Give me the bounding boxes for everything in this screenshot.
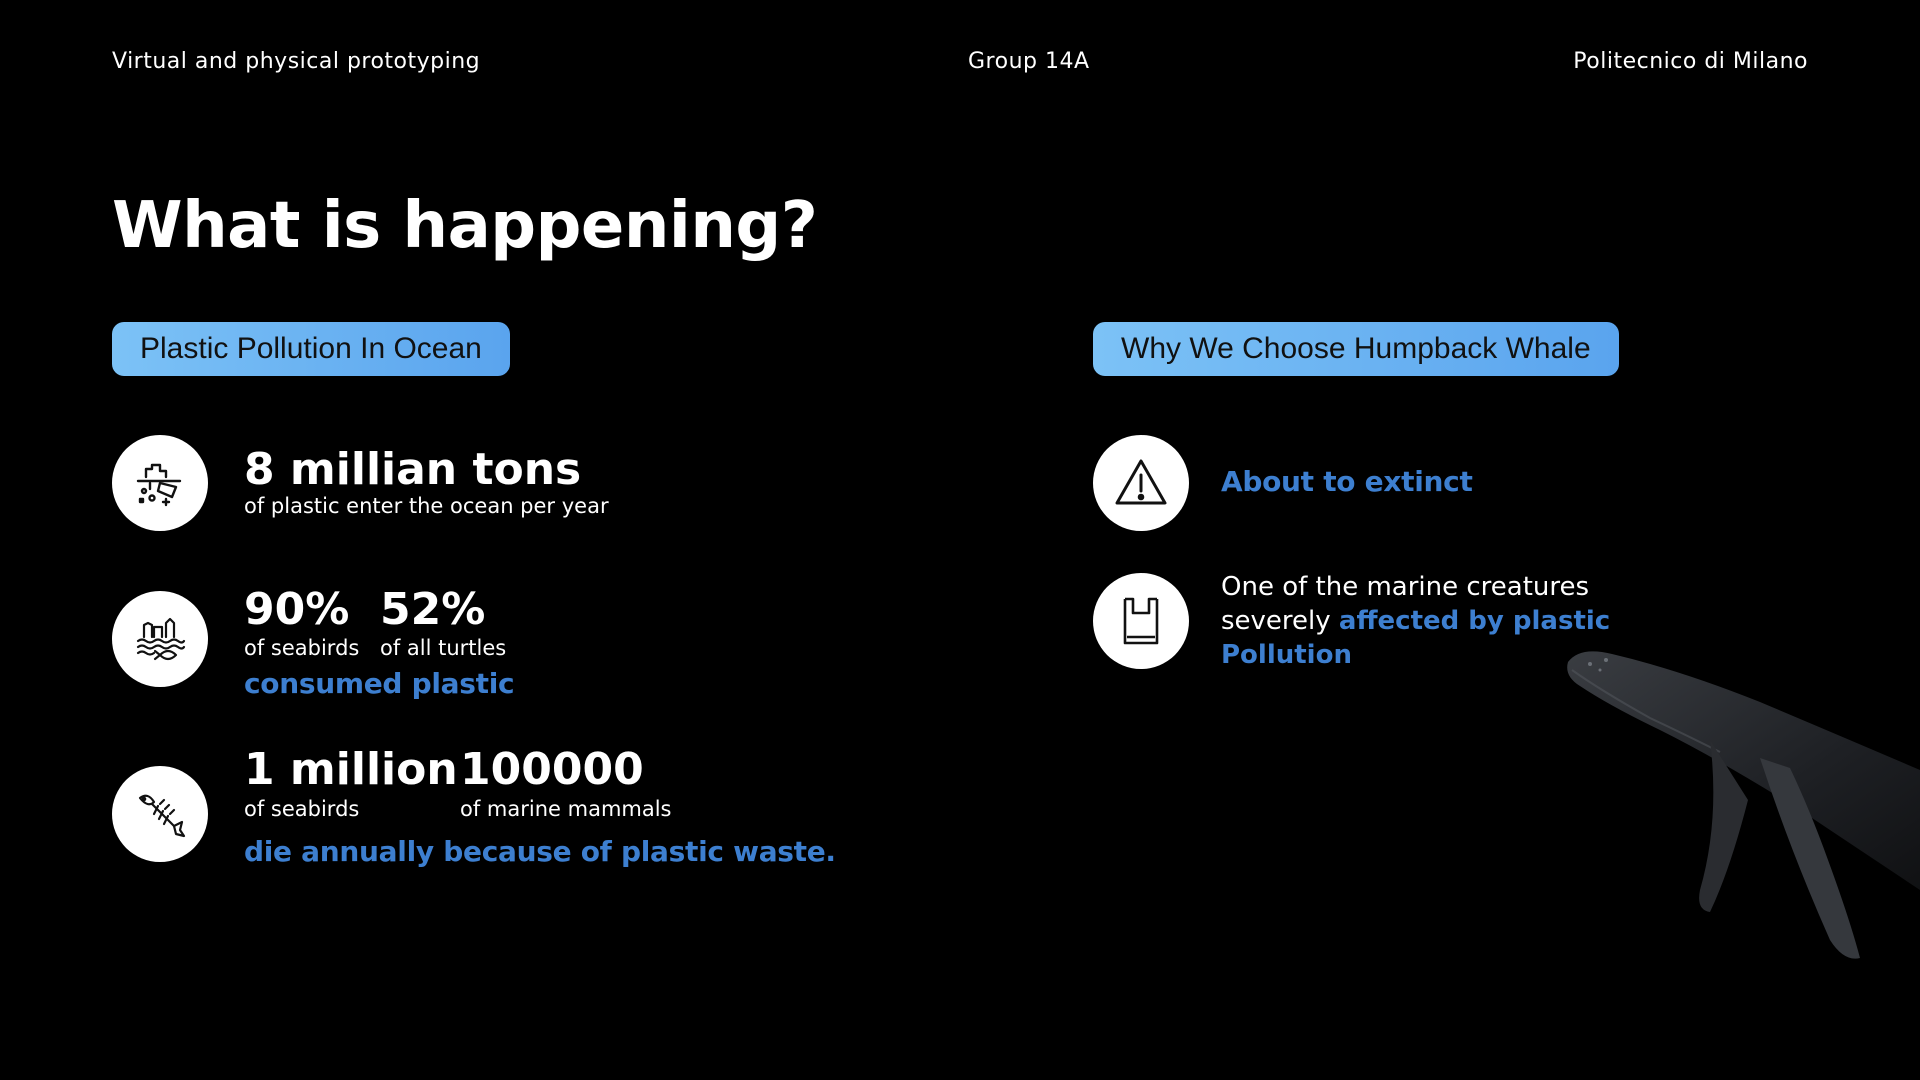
stat-plastic-tons-value: 8 millian tons xyxy=(244,444,582,495)
stat-plastic-tons-caption: of plastic enter the ocean per year xyxy=(244,494,609,518)
stat-turtles-percent: 52% xyxy=(380,584,486,635)
group-name: Group 14A xyxy=(968,49,1090,74)
university-name: Politecnico di Milano xyxy=(1573,49,1808,74)
humpback-whale-image xyxy=(1567,651,1920,959)
stat-seabirds-deaths-value: 1 million xyxy=(244,744,458,795)
section-label-humpback-whale: Why We Choose Humpback Whale xyxy=(1093,322,1619,376)
plastic-debris-icon xyxy=(112,435,208,531)
stat-die-annually-highlight: die annually because of plastic waste. xyxy=(244,835,836,868)
warning-icon xyxy=(1093,435,1189,531)
stat-seabirds-percent: 90% xyxy=(244,584,350,635)
stat-consumed-highlight: consumed plastic xyxy=(244,667,515,700)
course-name: Virtual and physical prototyping xyxy=(112,49,481,74)
stat-turtles-caption: of all turtles xyxy=(380,636,507,660)
plastic-bag-icon xyxy=(1093,573,1189,669)
stat-mammals-deaths-value: 100000 xyxy=(460,744,644,795)
stat-seabirds-deaths-caption: of seabirds xyxy=(244,797,360,821)
stat-mammals-deaths-caption: of marine mammals xyxy=(460,797,672,821)
stat-seabirds-caption: of seabirds xyxy=(244,636,360,660)
plastic-waves-fish-icon xyxy=(112,591,208,687)
reason-extinct-text: About to extinct xyxy=(1221,465,1473,498)
fish-skeleton-icon xyxy=(112,766,208,862)
page-title: What is happening? xyxy=(112,189,818,263)
section-label-plastic-pollution: Plastic Pollution In Ocean xyxy=(112,322,510,376)
